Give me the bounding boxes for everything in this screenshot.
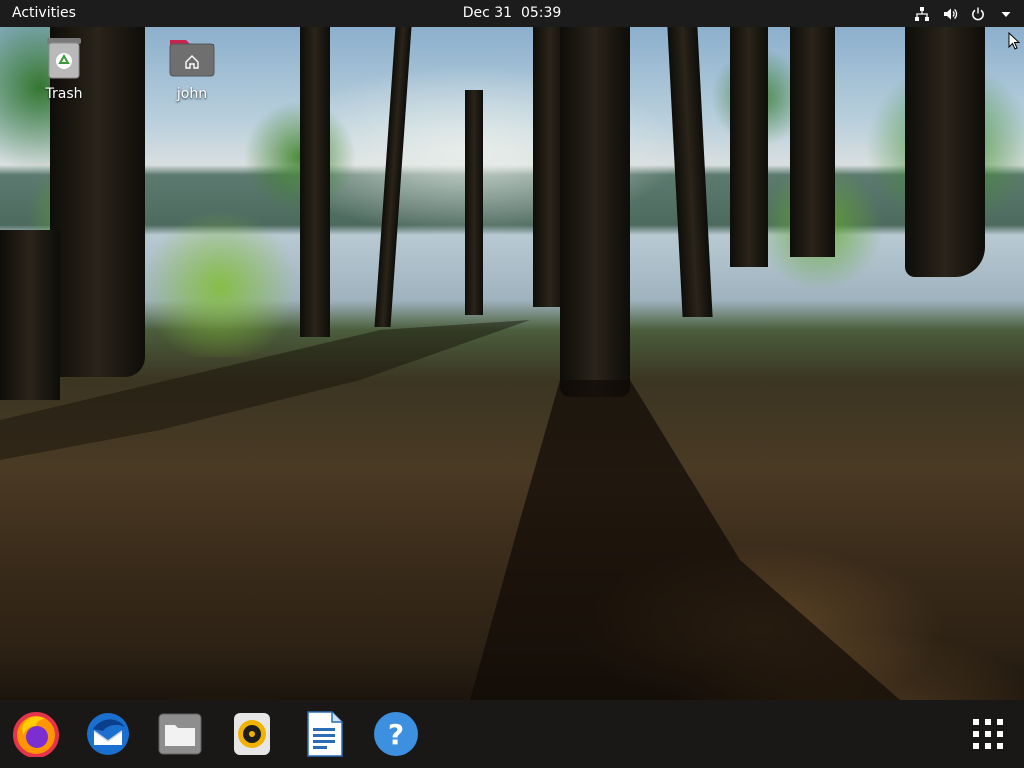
mouse-cursor-icon: [1008, 32, 1020, 50]
system-status-menu[interactable]: [914, 0, 1014, 27]
show-applications-button[interactable]: [964, 710, 1012, 758]
app-grid-icon: [973, 719, 1003, 749]
desktop-icon-label: Trash: [45, 86, 83, 102]
dock: ?: [0, 700, 1024, 768]
writer-icon: [307, 711, 343, 757]
volume-icon: [942, 6, 958, 22]
dock-app-thunderbird[interactable]: [84, 710, 132, 758]
help-icon: ?: [374, 712, 418, 756]
desktop-icon-label: john: [176, 86, 208, 102]
svg-text:?: ?: [388, 718, 404, 751]
home-folder-icon: [169, 40, 215, 77]
trash-icon: [47, 38, 81, 79]
desktop-icon-home-folder[interactable]: john: [152, 34, 232, 102]
dock-app-firefox[interactable]: [12, 710, 60, 758]
wallpaper-tree-shadow: [0, 320, 900, 700]
thunderbird-icon: [87, 713, 129, 755]
firefox-icon: [13, 712, 59, 757]
top-bar: Activities Dec 31 05:39: [0, 0, 1024, 27]
dock-app-rhythmbox[interactable]: [228, 710, 276, 758]
activities-button[interactable]: Activities: [0, 0, 88, 27]
clock-button[interactable]: Dec 31 05:39: [463, 0, 562, 27]
power-icon: [970, 6, 986, 22]
rhythmbox-icon: [234, 713, 270, 755]
network-icon: [914, 6, 930, 22]
desktop-wallpaper: [0, 0, 1024, 768]
menu-arrow-icon: [998, 6, 1014, 22]
dock-app-libreoffice-writer[interactable]: [300, 710, 348, 758]
dock-app-files[interactable]: [156, 710, 204, 758]
files-icon: [158, 713, 202, 755]
desktop-icon-trash[interactable]: Trash: [24, 34, 104, 102]
dock-app-help[interactable]: ?: [372, 710, 420, 758]
